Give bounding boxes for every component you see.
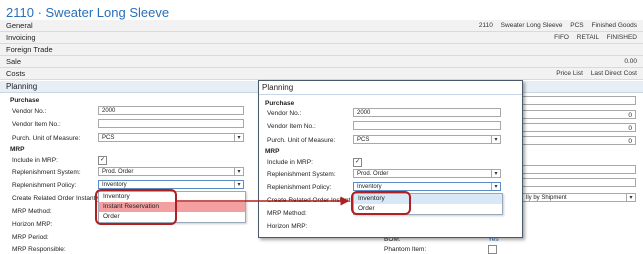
- connector-arrow: [177, 196, 350, 206]
